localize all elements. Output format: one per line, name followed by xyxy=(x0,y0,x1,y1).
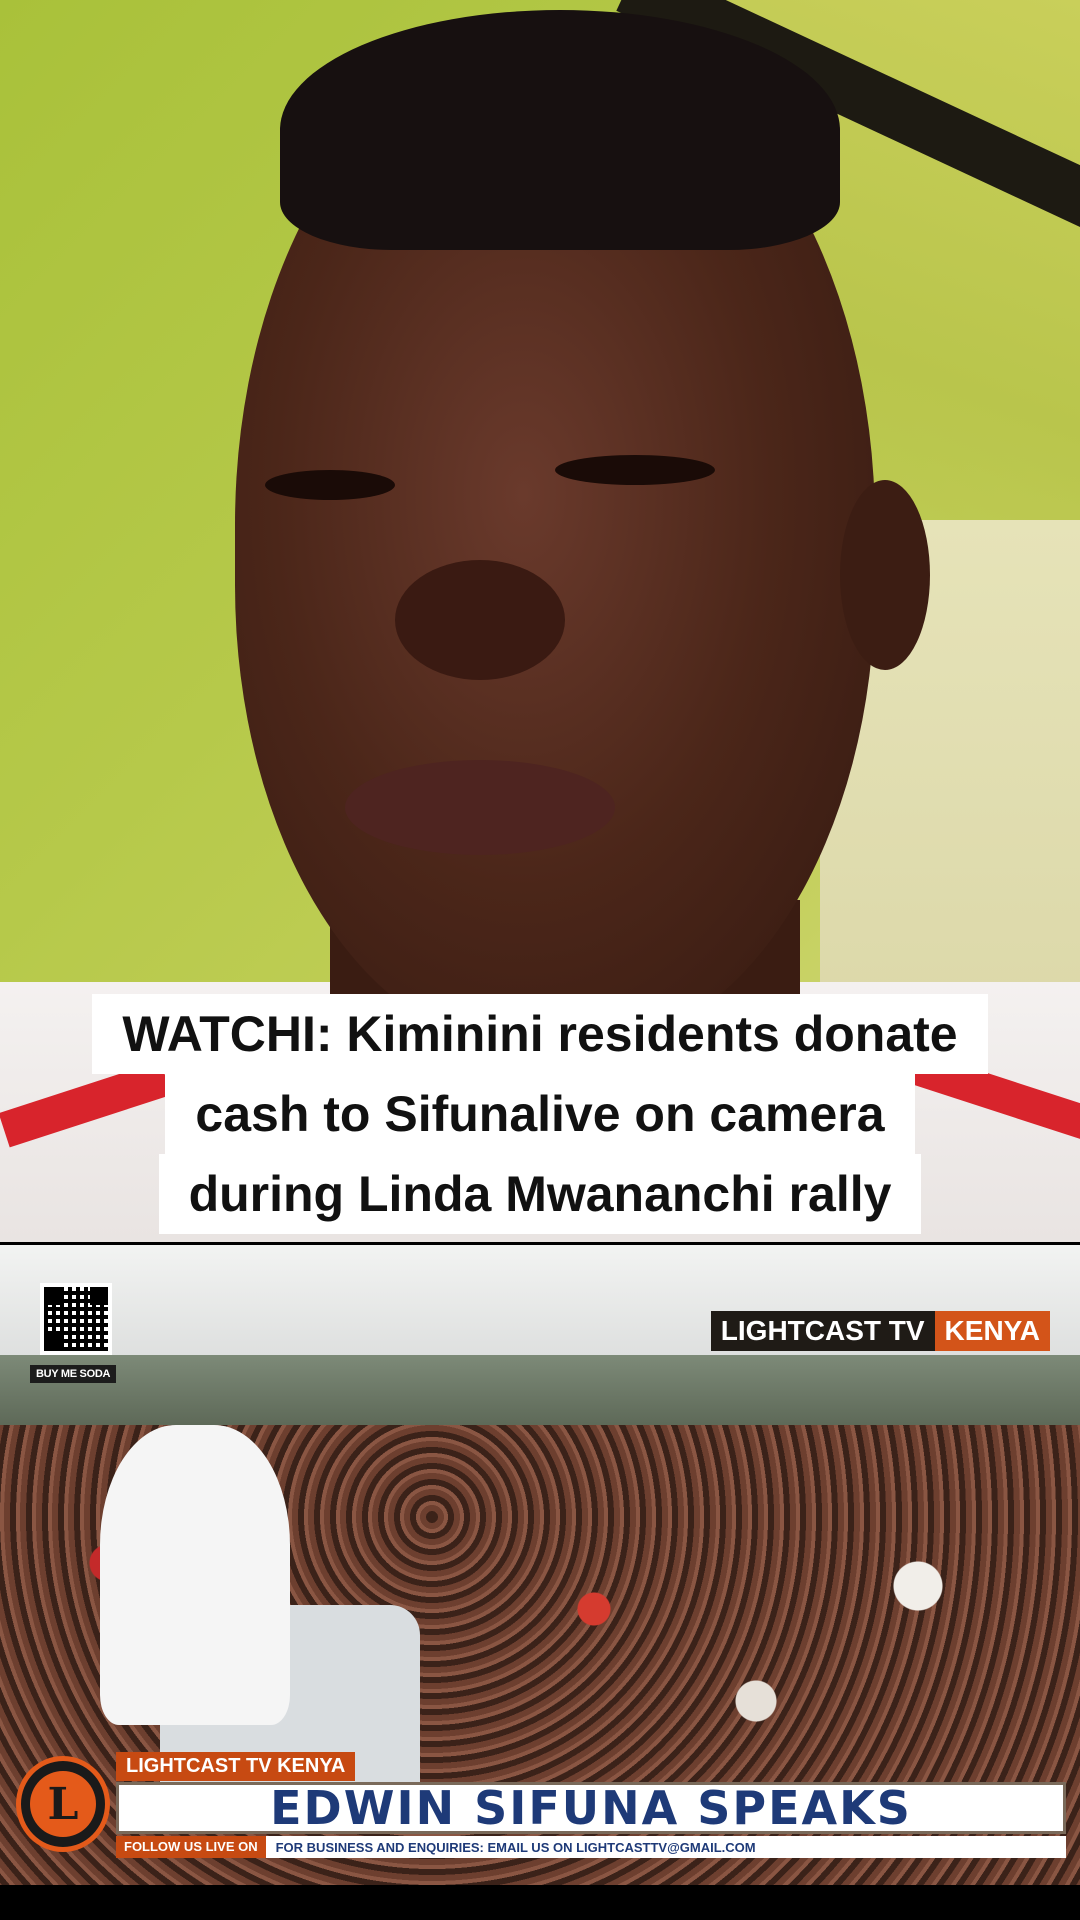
qr-code-icon xyxy=(40,1283,112,1355)
ear xyxy=(840,480,930,670)
lips xyxy=(345,760,615,855)
left-eye xyxy=(265,470,395,500)
man-on-car xyxy=(100,1425,290,1725)
right-eye xyxy=(555,455,715,485)
business-email: FOR BUSINESS AND ENQUIRIES: EMAIL US ON … xyxy=(275,1839,756,1855)
video-caption: WATCHI: Kiminini residents donate cash t… xyxy=(0,994,1080,1234)
logo-letter: L xyxy=(30,1771,96,1837)
buy-me-soda-label: BUY ME SODA xyxy=(30,1365,117,1383)
news-lower-third: L LIGHTCAST TV KENYA EDWIN SIFUNA SPEAKS… xyxy=(12,1752,1070,1860)
channel-logo-top-right: LIGHTCAST TV KENYA xyxy=(710,1311,1050,1351)
nose xyxy=(395,560,565,680)
channel-country: KENYA xyxy=(934,1311,1050,1351)
lower-third-tag: LIGHTCAST TV KENYA xyxy=(116,1752,356,1781)
lower-third-info-bar: FOLLOW US LIVE ON FOR BUSINESS AND ENQUI… xyxy=(116,1836,1066,1858)
caption-line-1: WATCHI: Kiminini residents donate xyxy=(92,994,988,1074)
follow-label: FOLLOW US LIVE ON xyxy=(116,1836,266,1858)
lightcast-logo-icon: L xyxy=(16,1756,110,1852)
channel-name: LIGHTCAST TV xyxy=(710,1311,935,1351)
bottom-black-strip xyxy=(0,1885,1080,1920)
caption-line-2: cash to Sifunalive on camera xyxy=(165,1074,915,1154)
lower-third-headline: EDWIN SIFUNA SPEAKS xyxy=(116,1782,1066,1834)
caption-line-3: during Linda Mwananchi rally xyxy=(158,1154,922,1234)
hair xyxy=(280,10,840,250)
